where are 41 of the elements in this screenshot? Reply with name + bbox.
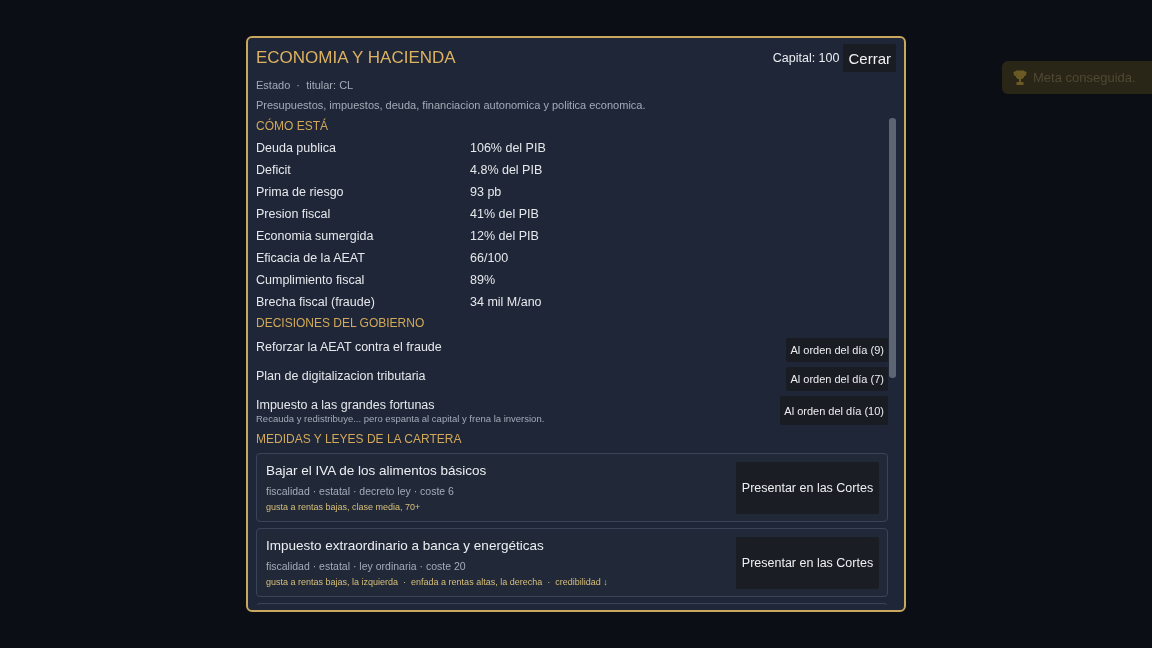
panel-title: ECONOMIA Y HACIENDA <box>256 48 456 68</box>
present-button[interactable]: Presentar en las Cortes <box>736 462 879 514</box>
stat-label: Brecha fiscal (fraude) <box>256 295 376 309</box>
agenda-button[interactable]: Al orden del día (7) <box>786 367 888 391</box>
panel-subtitle: Estado · titular: CL <box>256 78 355 92</box>
stat-value: 41% del PIB <box>470 207 539 221</box>
agenda-button[interactable]: Al orden del día (10) <box>780 396 888 425</box>
stat-value: 93 pb <box>470 185 502 199</box>
section-heading: MEDIDAS Y LEYES DE LA CARTERA <box>256 431 463 448</box>
panel-description: Presupuestos, impuestos, deuda, financiacion autonomica y politica economica. <box>256 98 647 112</box>
decision-title: Plan de digitalizacion tributaria <box>256 368 426 384</box>
stat-value: 4.8% del PIB <box>470 163 543 177</box>
scrollbar-thumb[interactable] <box>889 118 896 378</box>
measure-title: Bajar el IVA de los alimentos básicos <box>266 462 487 480</box>
measure-meta: fiscalidad · estatal · decreto ley · coste 6 <box>266 484 454 498</box>
capital-label: Capital: 100 <box>772 51 840 65</box>
section-heading: CÓMO ESTÁ <box>256 117 329 135</box>
stat-label: Prima de riesgo <box>256 185 345 199</box>
stat-value: 89% <box>470 273 496 287</box>
decision-title: Reforzar la AEAT contra el fraude <box>256 339 442 355</box>
agenda-button[interactable]: Al orden del día (9) <box>786 338 888 362</box>
decision-note: Recauda y redistribuye... pero espanta al capital y frena la inversion. <box>256 413 545 425</box>
stat-label: Cumplimiento fiscal <box>256 273 366 287</box>
measure-meta: fiscalidad · estatal · ley ordinaria · coste 20 <box>266 559 466 573</box>
stat-label: Eficacia de la AEAT <box>256 251 366 265</box>
stat-label: Deuda publica <box>256 141 337 155</box>
measure-effects: gusta a rentas bajas, clase media, 70+ <box>266 501 421 514</box>
stat-value: 34 mil M/ano <box>470 295 542 309</box>
close-button[interactable]: Cerrar <box>843 44 896 72</box>
measure-effects: gusta a rentas bajas, la izquierda · enfada a rentas altas, la derecha · credibilidad ↓ <box>266 576 608 589</box>
stat-value: 66/100 <box>470 251 509 265</box>
stat-label: Deficit <box>256 163 292 177</box>
stat-value: 12% del PIB <box>470 229 539 243</box>
measure-title: Impuesto extraordinario a banca y energéticas <box>266 537 544 555</box>
decision-title: Impuesto a las grandes fortunas <box>256 397 435 413</box>
stat-label: Presion fiscal <box>256 207 332 221</box>
present-button[interactable]: Presentar en las Cortes <box>736 537 879 589</box>
trophy-icon <box>1013 69 1027 86</box>
stat-label: Economia sumergida <box>256 229 375 243</box>
section-heading: DECISIONES DEL GOBIERNO <box>256 315 426 332</box>
stat-value: 106% del PIB <box>470 141 546 155</box>
